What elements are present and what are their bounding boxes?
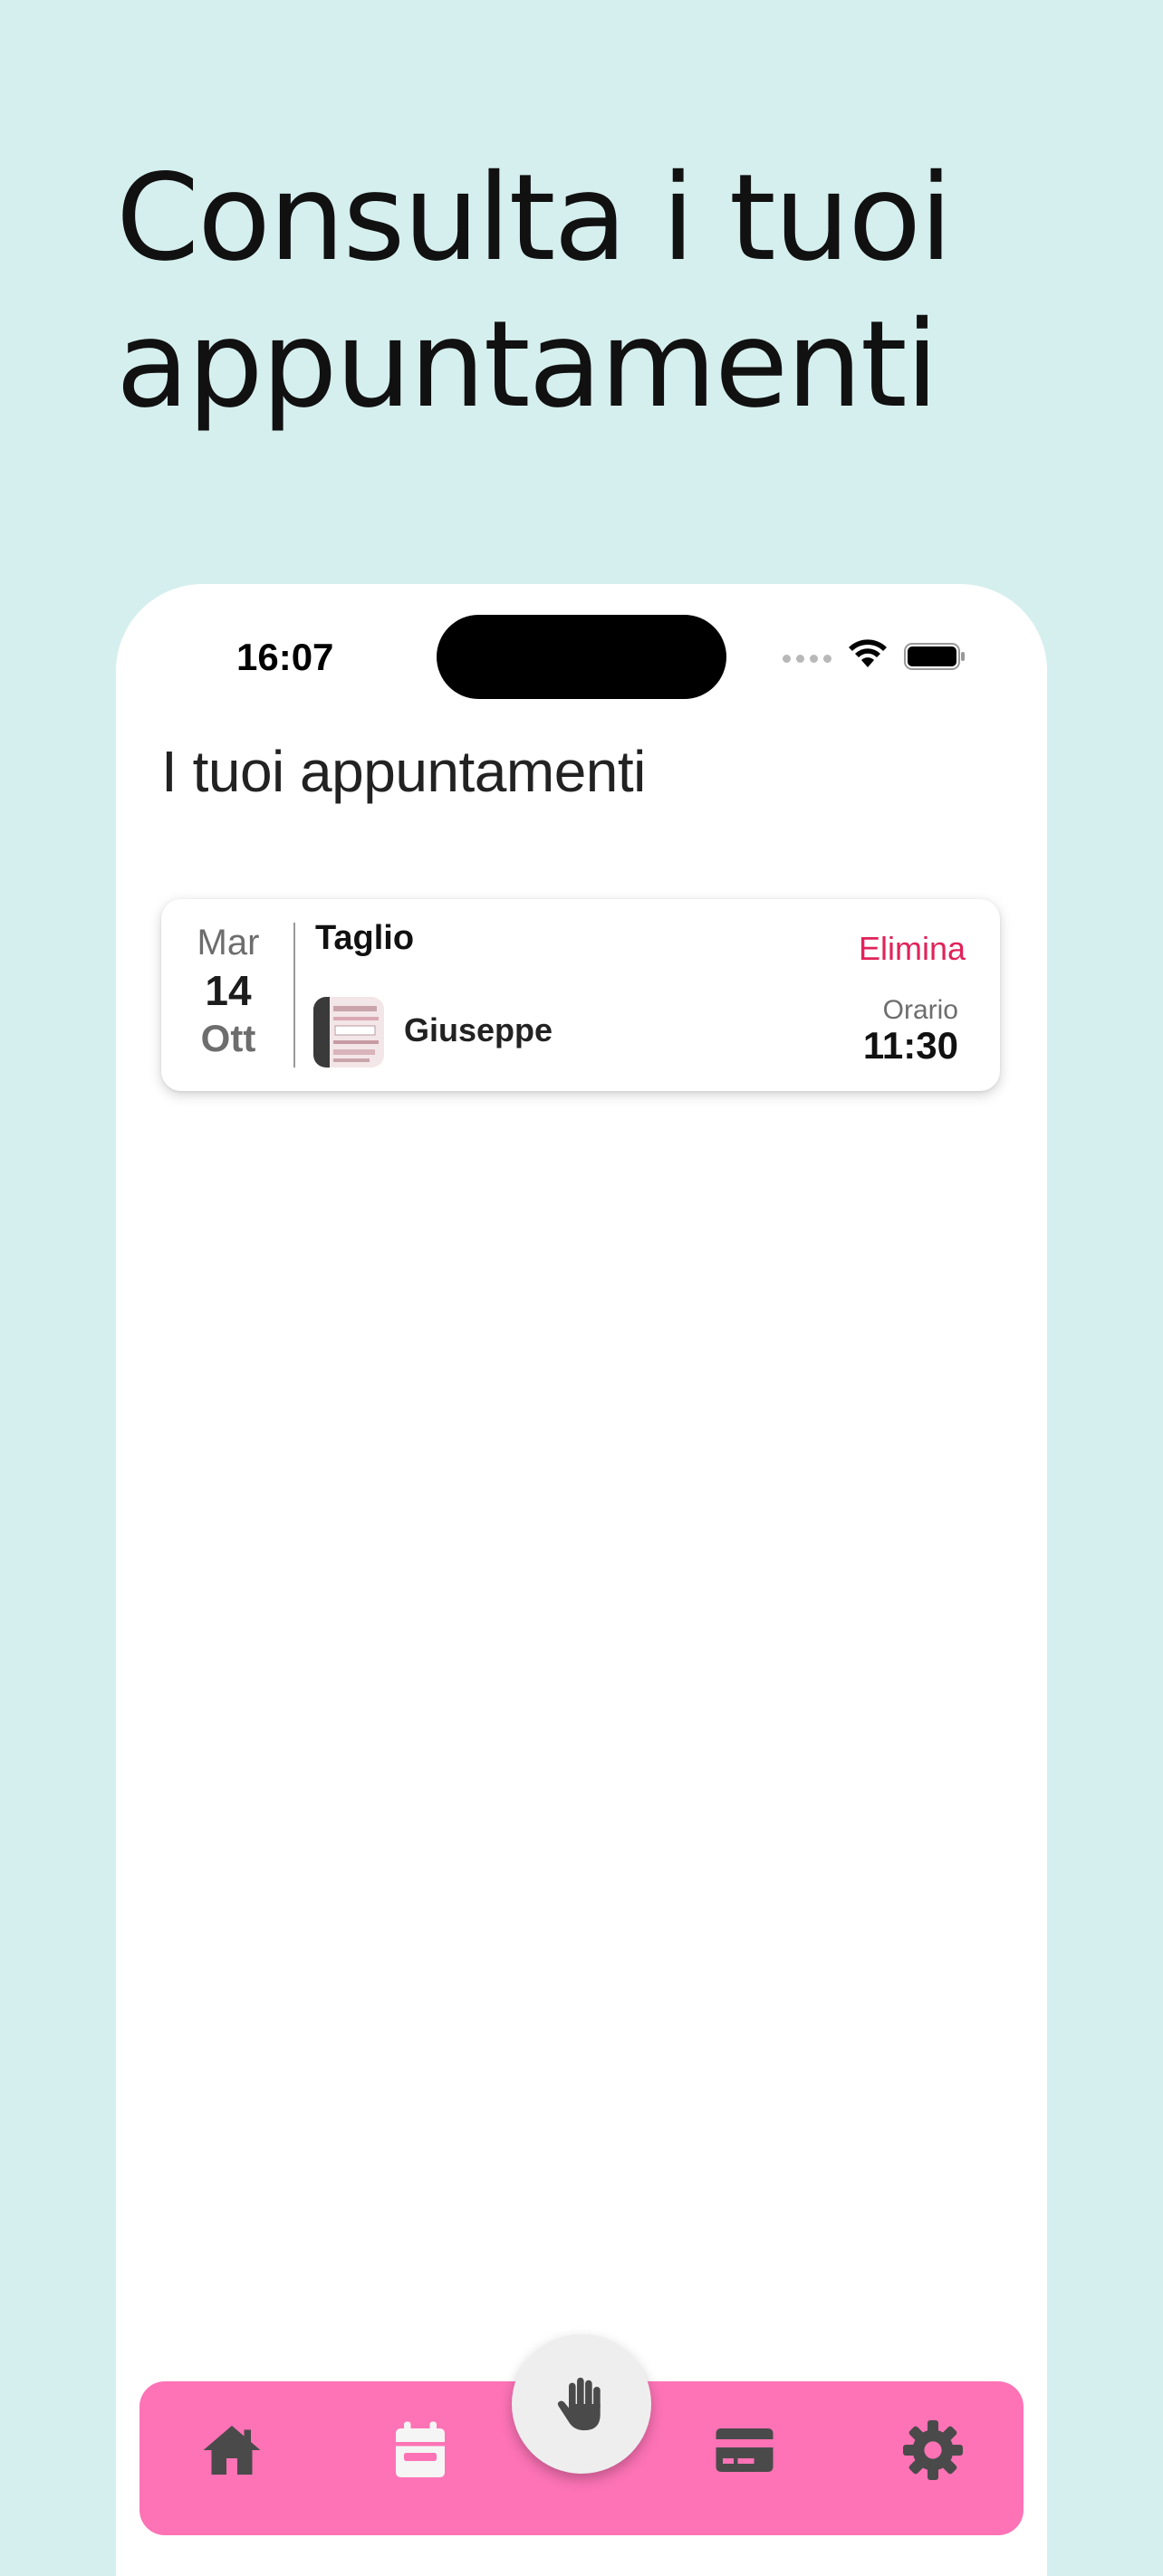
appointment-card[interactable]: Mar 14 Ott Taglio Elimina Giuseppe Orari… [161, 899, 1000, 1091]
appointment-time: 11:30 [862, 1024, 958, 1067]
hand-icon [557, 2377, 601, 2431]
tab-payments[interactable] [708, 2416, 781, 2485]
calendar-icon [396, 2421, 445, 2477]
headline-line-2: appuntamenti [116, 295, 938, 435]
time-label: Orario [882, 995, 958, 1025]
headline-line-1: Consulta i tuoi [116, 148, 953, 288]
dynamic-island [437, 615, 726, 699]
appointment-service: Taglio [315, 919, 415, 957]
tab-settings[interactable] [897, 2416, 969, 2485]
appointment-date: Mar 14 Ott [161, 919, 295, 1062]
signal-icon [783, 655, 831, 663]
appointment-month: Ott [200, 1017, 256, 1059]
appointment-weekday: Mar [197, 923, 260, 962]
credit-card-icon [716, 2428, 774, 2472]
screen-title: I tuoi appuntamenti [161, 739, 646, 804]
tab-home[interactable] [196, 2416, 268, 2485]
staff-name: Giuseppe [404, 1011, 553, 1049]
tab-book-appointment[interactable] [512, 2334, 651, 2474]
wifi-icon [849, 639, 887, 667]
date-divider [293, 923, 295, 1068]
tab-appointments[interactable] [384, 2416, 457, 2485]
phone-screen: 16:07 I tuoi appuntamenti Mar 14 Ott Tag… [116, 584, 1047, 2576]
headline: Consulta i tuoi appuntamenti [116, 145, 1112, 438]
home-icon [203, 2426, 261, 2475]
status-time: 16:07 [236, 636, 334, 678]
staff-avatar [313, 997, 384, 1068]
appointment-day: 14 [205, 967, 252, 1014]
gear-icon [903, 2420, 963, 2480]
battery-icon [904, 643, 965, 670]
delete-appointment-button[interactable]: Elimina [859, 930, 966, 968]
